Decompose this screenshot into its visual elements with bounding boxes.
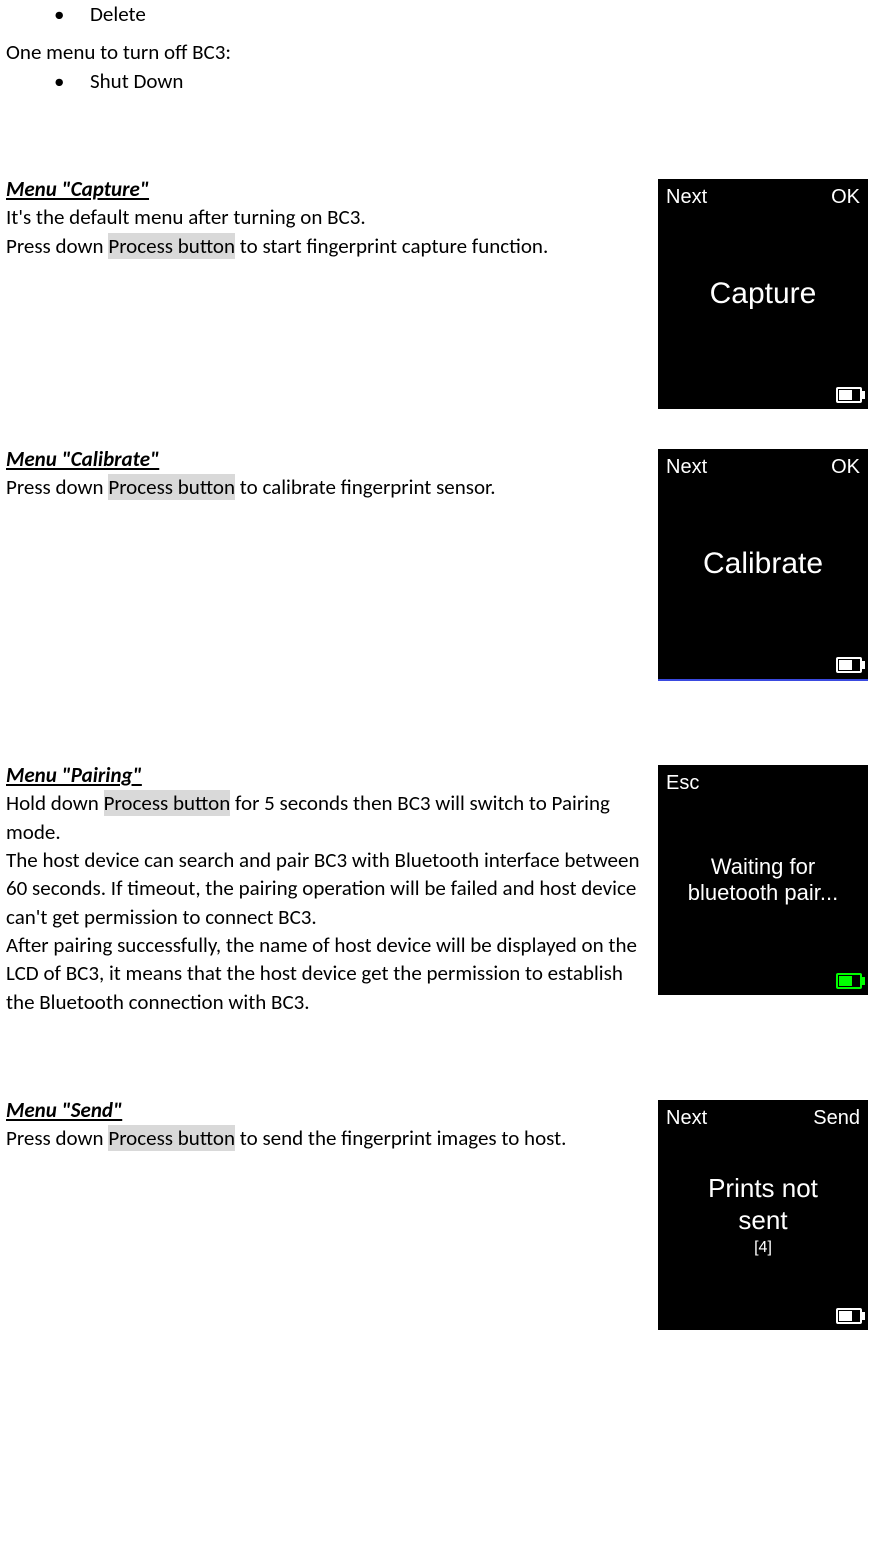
- list-item: • Shut Down: [54, 67, 868, 95]
- section-calibrate: Menu "Calibrate" Press down Process butt…: [6, 445, 868, 681]
- list-item: • Delete: [54, 0, 868, 28]
- paragraph: One menu to turn off BC3:: [6, 38, 868, 66]
- bullet-icon: •: [54, 67, 90, 95]
- bullet-icon: •: [54, 0, 90, 28]
- list-item-label: Delete: [90, 0, 146, 28]
- section-pairing: Menu "Pairing" Hold down Process button …: [6, 761, 868, 1016]
- highlight: Process button: [108, 1125, 235, 1151]
- device-screen-calibrate: Next OK Calibrate: [658, 449, 868, 681]
- device-screen-pairing: Esc Waiting for bluetooth pair...: [658, 765, 868, 995]
- highlight: Process button: [108, 474, 235, 500]
- paragraph: Press down Process button to start finge…: [6, 232, 642, 260]
- paragraph: Hold down Process button for 5 seconds t…: [6, 789, 642, 846]
- section-heading: Menu "Pairing": [6, 761, 642, 789]
- section-heading: Menu "Capture": [6, 175, 642, 203]
- screen-title: Capture: [658, 179, 868, 409]
- paragraph: It's the default menu after turning on B…: [6, 203, 642, 231]
- section-heading: Menu "Send": [6, 1096, 642, 1124]
- screen-message: Prints not sent [4]: [658, 1100, 868, 1330]
- paragraph: Press down Process button to calibrate f…: [6, 473, 642, 501]
- screen-message: Waiting for bluetooth pair...: [658, 765, 868, 995]
- device-screen-capture: Next OK Capture: [658, 179, 868, 409]
- highlight: Process button: [108, 233, 235, 259]
- battery-icon: [836, 657, 862, 673]
- section-capture: Menu "Capture" It's the default menu aft…: [6, 175, 868, 409]
- battery-icon: [836, 387, 862, 403]
- device-screen-send: Next Send Prints not sent [4]: [658, 1100, 868, 1330]
- highlight: Process button: [104, 790, 231, 816]
- list-item-label: Shut Down: [90, 67, 183, 95]
- battery-icon: [836, 973, 862, 989]
- count-badge: [4]: [754, 1238, 772, 1257]
- paragraph: The host device can search and pair BC3 …: [6, 846, 642, 931]
- section-send: Menu "Send" Press down Process button to…: [6, 1096, 868, 1330]
- battery-icon: [836, 1308, 862, 1324]
- paragraph: After pairing successfully, the name of …: [6, 931, 642, 1016]
- section-heading: Menu "Calibrate": [6, 445, 642, 473]
- paragraph: Press down Process button to send the fi…: [6, 1124, 642, 1152]
- screen-title: Calibrate: [658, 449, 868, 679]
